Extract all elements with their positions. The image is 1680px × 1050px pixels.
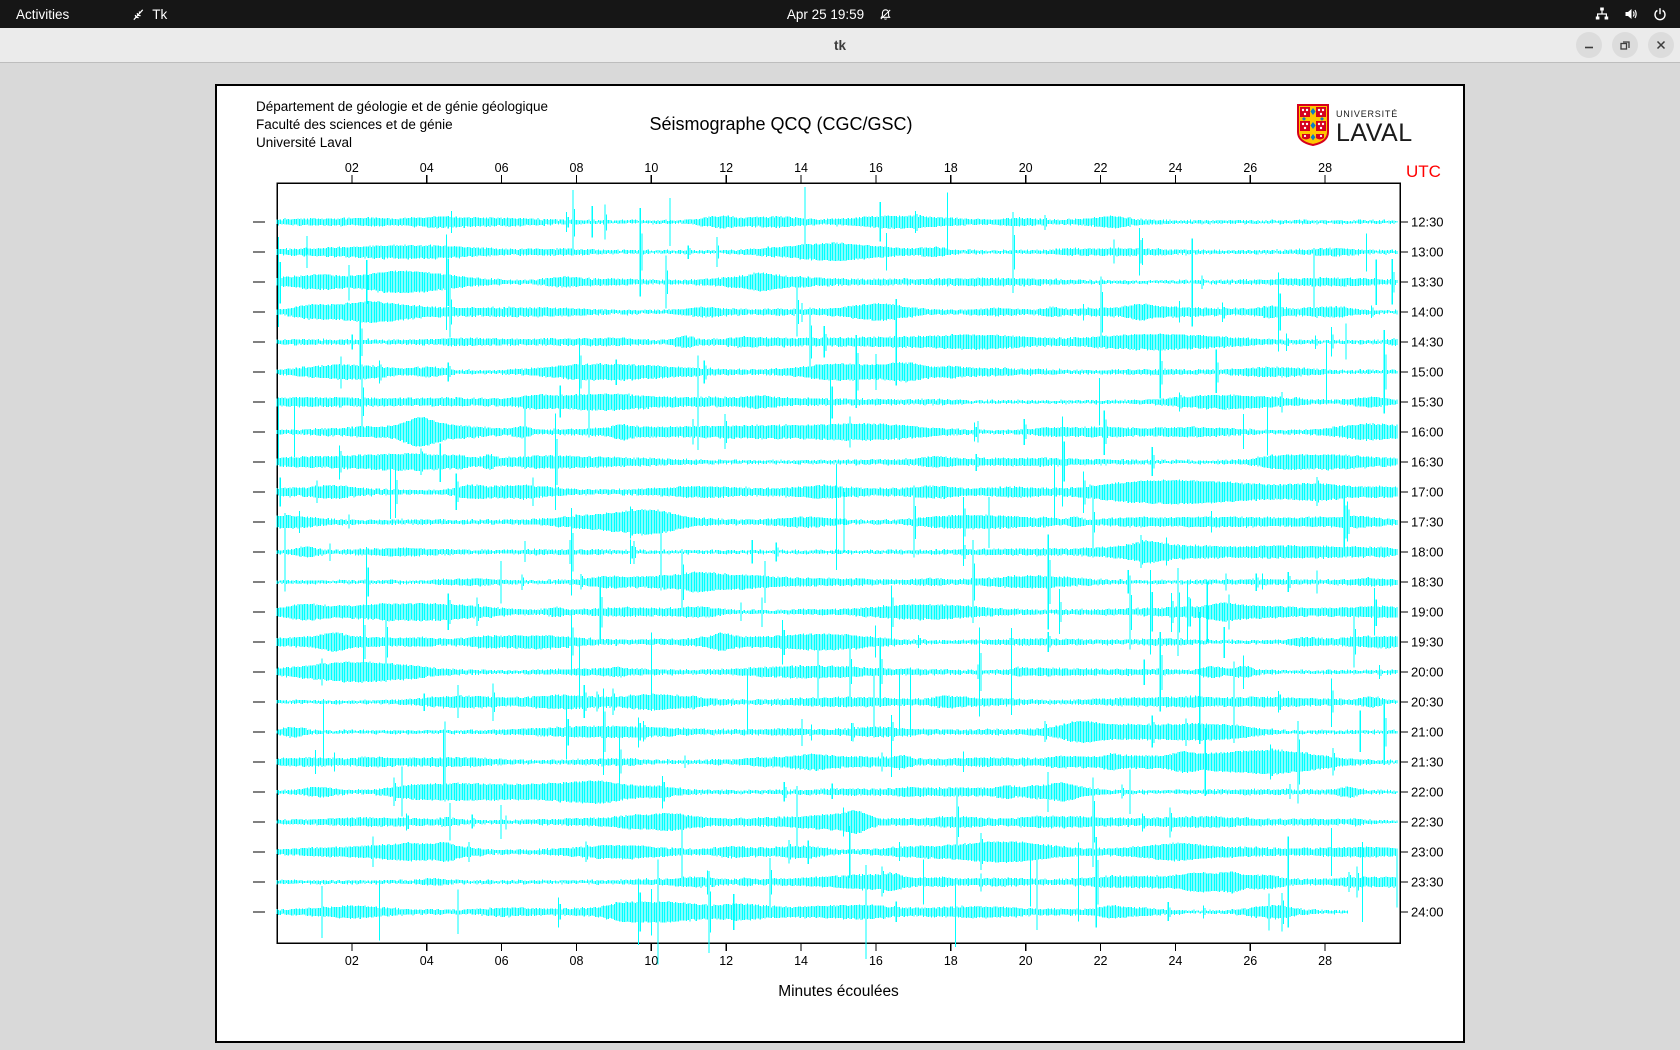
svg-text:21:00: 21:00	[1411, 725, 1444, 740]
window-title: tk	[833, 38, 846, 53]
seismograph-canvas: Département de géologie et de génie géol…	[215, 84, 1465, 1043]
svg-text:16: 16	[869, 954, 883, 968]
svg-text:17:00: 17:00	[1411, 485, 1444, 500]
svg-text:15:30: 15:30	[1411, 395, 1444, 410]
svg-text:22: 22	[1094, 954, 1108, 968]
svg-text:20:30: 20:30	[1411, 695, 1444, 710]
svg-text:19:00: 19:00	[1411, 605, 1444, 620]
restore-button[interactable]	[1612, 32, 1638, 58]
svg-text:21:30: 21:30	[1411, 755, 1444, 770]
svg-text:20: 20	[1019, 954, 1033, 968]
svg-text:12: 12	[719, 954, 733, 968]
svg-text:22: 22	[1094, 161, 1108, 175]
svg-text:18:00: 18:00	[1411, 545, 1444, 560]
clock[interactable]: Apr 25 19:59	[787, 7, 864, 22]
svg-text:20: 20	[1019, 161, 1033, 175]
svg-text:22:30: 22:30	[1411, 815, 1444, 830]
svg-text:08: 08	[570, 954, 584, 968]
svg-text:02: 02	[345, 954, 359, 968]
svg-text:22:00: 22:00	[1411, 785, 1444, 800]
svg-text:10: 10	[644, 954, 658, 968]
svg-text:13:30: 13:30	[1411, 275, 1444, 290]
minimize-button[interactable]	[1576, 32, 1602, 58]
svg-text:26: 26	[1243, 954, 1257, 968]
svg-text:06: 06	[495, 954, 509, 968]
svg-text:04: 04	[420, 161, 434, 175]
svg-text:10: 10	[644, 161, 658, 175]
svg-text:08: 08	[570, 161, 584, 175]
close-button[interactable]	[1648, 32, 1674, 58]
svg-text:23:30: 23:30	[1411, 875, 1444, 890]
svg-text:24: 24	[1168, 954, 1182, 968]
svg-text:18: 18	[944, 954, 958, 968]
svg-text:28: 28	[1318, 161, 1332, 175]
svg-text:04: 04	[420, 954, 434, 968]
svg-text:14:30: 14:30	[1411, 335, 1444, 350]
volume-icon[interactable]	[1623, 6, 1639, 22]
svg-text:18:30: 18:30	[1411, 575, 1444, 590]
x-axis-title: Minutes écoulées	[778, 983, 899, 1000]
svg-text:15:00: 15:00	[1411, 365, 1444, 380]
svg-text:16:00: 16:00	[1411, 425, 1444, 440]
svg-text:18: 18	[944, 161, 958, 175]
svg-text:14:00: 14:00	[1411, 305, 1444, 320]
svg-text:13:00: 13:00	[1411, 245, 1444, 260]
svg-text:16: 16	[869, 161, 883, 175]
notifications-disabled-icon	[878, 7, 893, 22]
svg-text:12:30: 12:30	[1411, 215, 1444, 230]
seismogram-plot: 02 02 04 04 06 06 08 08 10 10 12 12 14 14 16 16 18 18 20 20…	[253, 161, 1444, 968]
svg-text:02: 02	[345, 161, 359, 175]
svg-text:24: 24	[1168, 161, 1182, 175]
svg-text:23:00: 23:00	[1411, 845, 1444, 860]
gnome-top-bar: Activities Tk Apr 25 19:59	[0, 0, 1680, 28]
svg-text:20:00: 20:00	[1411, 665, 1444, 680]
svg-text:19:30: 19:30	[1411, 635, 1444, 650]
network-wired-icon[interactable]	[1594, 6, 1610, 22]
svg-text:12: 12	[719, 161, 733, 175]
window-titlebar: tk	[0, 28, 1680, 63]
svg-text:06: 06	[495, 161, 509, 175]
svg-text:28: 28	[1318, 954, 1332, 968]
svg-text:17:30: 17:30	[1411, 515, 1444, 530]
svg-text:16:30: 16:30	[1411, 455, 1444, 470]
svg-text:14: 14	[794, 954, 808, 968]
power-icon[interactable]	[1652, 6, 1668, 22]
svg-text:14: 14	[794, 161, 808, 175]
svg-text:26: 26	[1243, 161, 1257, 175]
svg-text:24:00: 24:00	[1411, 905, 1444, 920]
